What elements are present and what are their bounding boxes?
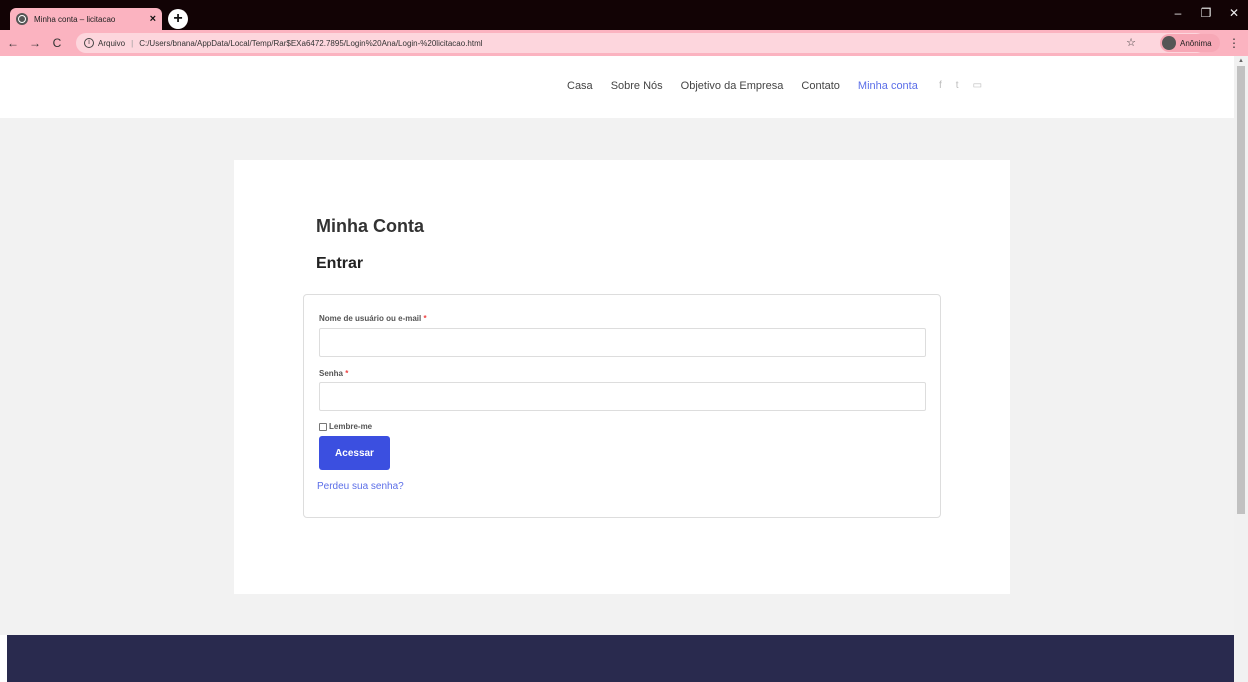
login-form: Nome de usuário ou e-mail * Senha * Lemb… [303,294,941,518]
new-tab-button[interactable]: + [168,9,188,29]
lost-password-link[interactable]: Perdeu sua senha? [317,481,404,492]
youtube-icon[interactable]: ▭ [973,80,982,91]
url-text: C:/Users/bnana/AppData/Local/Temp/Rar$EX… [139,38,483,48]
url-input[interactable]: i Arquivo | C:/Users/bnana/AppData/Local… [76,33,1206,53]
browser-titlebar: Minha conta – licitacao × + – ❐ ✕ [0,0,1248,30]
required-mark: * [423,314,427,323]
nav-item-casa[interactable]: Casa [567,80,593,92]
page-title: Minha Conta [316,216,424,236]
incognito-profile-button[interactable]: Anônima [1160,34,1220,52]
url-scheme-label: Arquivo [98,38,126,48]
restore-icon[interactable]: ❐ [1192,6,1220,20]
back-arrow-icon[interactable]: ← [4,36,22,50]
account-card: Minha Conta Entrar Nome de usuário ou e-… [234,160,1010,594]
browser-menu-icon[interactable]: ⋮ [1228,36,1240,50]
address-bar-row: ← → C i Arquivo | C:/Users/bnana/AppData… [0,30,1248,56]
globe-icon [16,13,28,25]
incognito-icon [1162,36,1176,50]
nav-item-sobre-nos[interactable]: Sobre Nós [611,80,663,92]
main-nav: Casa Sobre Nós Objetivo da Empresa Conta… [567,80,936,92]
remember-me[interactable]: Lembre-me [319,422,372,431]
nav-item-contato[interactable]: Contato [801,80,840,92]
scrollbar-thumb[interactable] [1237,66,1245,514]
facebook-icon[interactable]: f [939,80,942,91]
bookmark-star-icon[interactable]: ☆ [1126,33,1136,53]
scrollbar[interactable]: ▲ [1234,56,1248,682]
close-window-icon[interactable]: ✕ [1220,6,1248,20]
twitter-icon[interactable]: t [956,80,959,91]
remember-label: Lembre-me [329,422,373,431]
submit-button[interactable]: Acessar [319,436,390,470]
info-icon[interactable]: i [84,38,94,48]
site-header: Casa Sobre Nós Objetivo da Empresa Conta… [0,56,1234,118]
password-label: Senha * [319,369,349,378]
nav-item-minha-conta[interactable]: Minha conta [858,80,918,92]
required-mark: * [345,369,349,378]
tab-title: Minha conta – licitacao [34,14,116,24]
minimize-icon[interactable]: – [1164,6,1192,20]
remember-checkbox[interactable] [319,422,327,431]
forward-arrow-icon[interactable]: → [26,36,44,50]
nav-item-objetivo[interactable]: Objetivo da Empresa [681,80,784,92]
password-input[interactable] [319,382,926,411]
social-links: f t ▭ [939,80,982,91]
url-separator: | [131,38,134,48]
browser-tab[interactable]: Minha conta – licitacao × [10,8,162,30]
username-input[interactable] [319,328,926,357]
site-footer [7,635,1234,682]
reload-icon[interactable]: C [48,36,66,50]
username-label: Nome de usuário ou e-mail * [319,314,427,323]
login-heading: Entrar [316,255,364,272]
close-tab-icon[interactable]: × [150,13,156,25]
window-controls: – ❐ ✕ [1164,6,1248,20]
profile-label: Anônima [1180,38,1212,48]
scroll-up-icon[interactable]: ▲ [1238,58,1244,64]
